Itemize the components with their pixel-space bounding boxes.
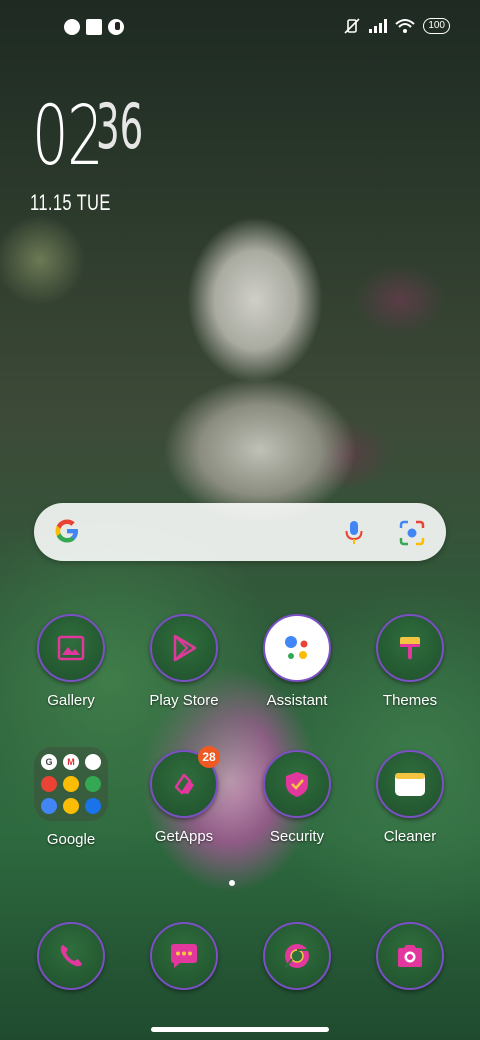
status-bar: 100 [0, 0, 480, 56]
message-notification-icon [108, 19, 124, 35]
app-cleaner[interactable]: Cleaner [355, 750, 465, 845]
lens-camera-icon[interactable] [398, 519, 426, 547]
notification-icons [64, 19, 124, 35]
play-store-icon [150, 614, 218, 682]
folder-app-files [41, 798, 57, 814]
app-themes[interactable]: Themes [355, 614, 465, 709]
page-indicator[interactable] [229, 880, 235, 886]
system-status-icons: 100 [343, 18, 450, 34]
dock-camera[interactable] [355, 922, 465, 990]
app-label: Google [46, 831, 96, 848]
folder-app-photos [63, 798, 79, 814]
folder-app-maps [85, 754, 101, 770]
assistant-icon [263, 614, 331, 682]
camera-icon [376, 922, 444, 990]
dock-chrome[interactable] [242, 922, 352, 990]
mic-icon[interactable] [340, 518, 368, 546]
folder-app-google: G [41, 754, 57, 770]
app-label: Assistant [266, 692, 328, 709]
app-label: Themes [382, 692, 438, 709]
clock-hours: 02 [32, 89, 104, 184]
chrome-icon [263, 922, 331, 990]
getapps-icon: 28 [150, 746, 220, 818]
themes-brush-icon [376, 614, 444, 682]
folder-icon: G M [34, 747, 108, 821]
clock-widget[interactable]: 02 36 [32, 89, 143, 184]
folder-app-duo [85, 798, 101, 814]
google-g-icon [55, 519, 78, 543]
security-shield-icon [263, 750, 331, 818]
app-getapps[interactable]: 28 GetApps [129, 746, 239, 845]
square-notification-icon [86, 19, 102, 35]
app-gallery[interactable]: Gallery [16, 614, 126, 709]
app-label: Play Store [149, 692, 219, 709]
phone-icon [37, 922, 105, 990]
clock-date: 11.15 TUE [30, 190, 111, 215]
gallery-icon [37, 614, 105, 682]
notification-badge: 28 [198, 746, 220, 768]
clock-minutes: 36 [96, 90, 144, 163]
messages-icon [150, 922, 218, 990]
folder-app-youtube [41, 776, 57, 792]
wifi-icon [395, 19, 415, 33]
app-label: Cleaner [383, 828, 437, 845]
folder-app-meet [85, 776, 101, 792]
notification-icon [64, 19, 80, 35]
app-label: Security [269, 828, 325, 845]
vibrate-off-icon [344, 18, 360, 34]
app-label: GetApps [154, 828, 214, 845]
google-search-bar[interactable] [34, 503, 446, 561]
battery-icon: 100 [423, 18, 450, 34]
dock-messages[interactable] [129, 922, 239, 990]
dock-phone[interactable] [16, 922, 126, 990]
app-play-store[interactable]: Play Store [129, 614, 239, 709]
folder-app-drive [63, 776, 79, 792]
folder-app-gmail: M [63, 754, 79, 770]
app-security[interactable]: Security [242, 750, 352, 845]
signal-icon [369, 19, 388, 33]
app-label: Gallery [47, 692, 95, 709]
app-assistant[interactable]: Assistant [242, 614, 352, 709]
cleaner-icon [376, 750, 444, 818]
home-gesture-bar[interactable] [151, 1027, 329, 1032]
folder-google[interactable]: G M Google [16, 747, 126, 848]
